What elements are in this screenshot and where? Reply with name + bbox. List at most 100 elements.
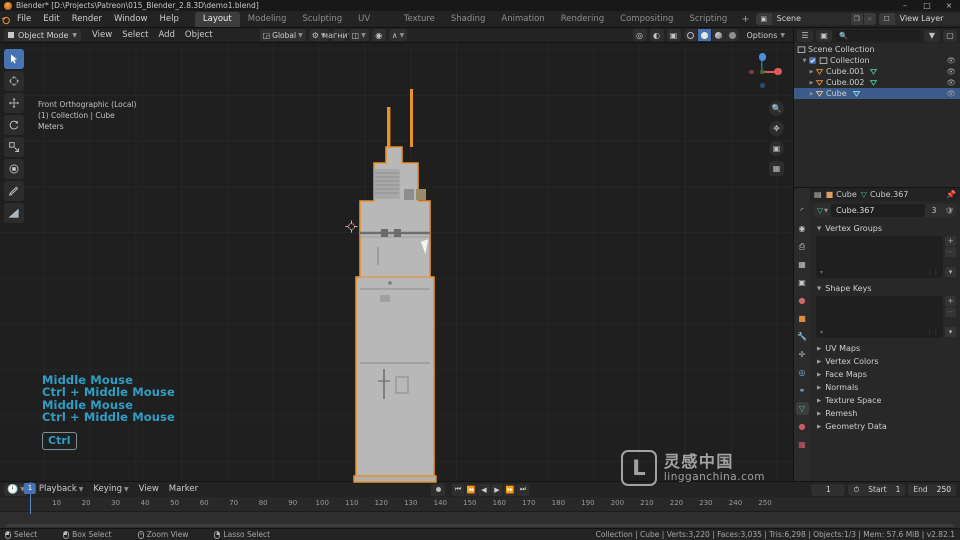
outliner-search-input[interactable]: 🔍 bbox=[835, 30, 921, 41]
visibility-eye-icon[interactable]: 👁 bbox=[946, 89, 956, 98]
jump-to-start-button[interactable]: ⏮ bbox=[452, 483, 464, 496]
current-frame-field[interactable]: 1 bbox=[811, 483, 846, 496]
panel-header-vertex-groups[interactable]: ▼ Vertex Groups bbox=[810, 222, 960, 235]
gizmo-axis-z-neg[interactable] bbox=[760, 83, 765, 88]
shading-material-button[interactable] bbox=[711, 29, 726, 41]
gizmo-axis-z[interactable] bbox=[758, 53, 766, 61]
properties-tab-world[interactable]: ● bbox=[796, 294, 809, 307]
disclosure-triangle-icon[interactable]: ▶ bbox=[808, 80, 815, 86]
panel-header-normals[interactable]: ▶ Normals bbox=[810, 381, 960, 394]
menu-help[interactable]: Help bbox=[153, 11, 184, 28]
menu-render[interactable]: Render bbox=[66, 11, 108, 28]
viewport-menu-object[interactable]: Object bbox=[180, 28, 218, 43]
frame-start-field[interactable]: ⏱ Start 1 bbox=[848, 483, 906, 496]
view-layer-name[interactable]: View Layer bbox=[894, 13, 960, 25]
new-scene-button[interactable]: ❐ bbox=[849, 13, 863, 25]
previous-keyframe-button[interactable]: ⏪ bbox=[465, 483, 477, 496]
outliner-row-scene-collection[interactable]: Scene Collection bbox=[794, 44, 960, 55]
fake-user-button[interactable]: 🛡 bbox=[943, 204, 956, 217]
properties-tab-particles[interactable]: ✢ bbox=[796, 348, 809, 361]
transform-orientation-selector[interactable]: ◲ Global ▼ bbox=[259, 29, 306, 41]
unlink-scene-button[interactable]: × bbox=[862, 13, 876, 25]
properties-tab-object-data[interactable]: ▽ bbox=[795, 402, 809, 415]
user-count-button[interactable]: 3 bbox=[925, 204, 943, 217]
properties-tab-constraints[interactable]: ⚭ bbox=[796, 384, 809, 397]
shading-wireframe-button[interactable] bbox=[683, 29, 698, 41]
proportional-falloff-selector[interactable]: ∧ ▼ bbox=[388, 29, 408, 41]
blender-logo-icon[interactable] bbox=[0, 11, 11, 27]
tab-scripting[interactable]: Scripting bbox=[681, 12, 735, 27]
scene-name[interactable]: Scene bbox=[771, 13, 850, 25]
outliner-row-collection[interactable]: ▼ Collection 👁 bbox=[794, 55, 960, 66]
properties-tab-render[interactable]: ◉ bbox=[796, 222, 809, 235]
add-shape-key-button[interactable]: + bbox=[945, 296, 956, 306]
tab-rendering[interactable]: Rendering bbox=[553, 12, 612, 27]
mode-selector[interactable]: Object Mode ▼ bbox=[4, 29, 82, 41]
menu-file[interactable]: File bbox=[11, 11, 37, 28]
xray-toggle[interactable]: ▣ bbox=[666, 29, 681, 41]
snap-settings-selector[interactable]: ◫ ▼ bbox=[348, 29, 369, 41]
timeline-track-area[interactable] bbox=[0, 511, 960, 528]
measure-tool-button[interactable] bbox=[4, 203, 24, 223]
viewport-overlays-toggle[interactable]: ◐ bbox=[649, 29, 664, 41]
gizmo-axis-y[interactable] bbox=[760, 69, 765, 74]
outliner-display-mode[interactable]: ☰ bbox=[797, 29, 813, 42]
vertex-group-specials-button[interactable]: ▾ bbox=[945, 267, 956, 277]
panel-header-vertex-colors[interactable]: ▶ Vertex Colors bbox=[810, 355, 960, 368]
move-tool-button[interactable] bbox=[4, 93, 24, 113]
properties-tab-modifiers[interactable]: 🔧 bbox=[796, 330, 809, 343]
tab-modeling[interactable]: Modeling bbox=[240, 12, 295, 27]
timeline-scrollbar[interactable] bbox=[6, 524, 954, 527]
camera-icon[interactable]: ▣ bbox=[769, 141, 784, 156]
shape-key-specials-button[interactable]: ▾ bbox=[945, 327, 956, 337]
next-keyframe-button[interactable]: ⏩ bbox=[504, 483, 516, 496]
cursor-tool-button[interactable] bbox=[4, 71, 24, 91]
gizmo-axis-x[interactable] bbox=[774, 67, 782, 75]
properties-tab-output[interactable]: ⎙ bbox=[796, 240, 809, 253]
disclosure-triangle-icon[interactable]: ▶ bbox=[808, 91, 815, 97]
frame-end-field[interactable]: End 250 bbox=[908, 483, 956, 496]
outliner-filter-id-type[interactable]: ▣ bbox=[816, 29, 832, 42]
skyscraper-model[interactable] bbox=[340, 51, 450, 483]
outliner-filter-button[interactable]: ▼ bbox=[924, 29, 940, 42]
tab-animation[interactable]: Animation bbox=[493, 12, 552, 27]
maximize-button[interactable]: □ bbox=[916, 0, 938, 11]
zoom-icon[interactable]: 🔍 bbox=[769, 101, 784, 116]
breadcrumb-object[interactable]: ■ Cube bbox=[826, 190, 857, 199]
tweak-tool-button[interactable] bbox=[4, 49, 24, 69]
menu-edit[interactable]: Edit bbox=[37, 11, 65, 28]
properties-tab-scene[interactable]: ▣ bbox=[796, 276, 809, 289]
tab-sculpting[interactable]: Sculpting bbox=[294, 12, 350, 27]
tab-layout[interactable]: Layout bbox=[194, 12, 240, 27]
properties-tab-material[interactable]: ● bbox=[796, 420, 809, 433]
close-button[interactable]: × bbox=[938, 0, 960, 11]
properties-tab-physics[interactable]: ◎ bbox=[796, 366, 809, 379]
shading-rendered-button[interactable] bbox=[725, 29, 740, 41]
panel-header-remesh[interactable]: ▶ Remesh bbox=[810, 407, 960, 420]
remove-shape-key-button[interactable]: − bbox=[945, 307, 956, 317]
timeline-menu-keying[interactable]: Keying ▼ bbox=[88, 482, 133, 497]
gizmo-axis-x-neg[interactable] bbox=[749, 69, 754, 74]
timeline-menu-playback[interactable]: Playback ▼ bbox=[34, 482, 89, 497]
shape-keys-listbox[interactable]: ▾ ⋮⋮ bbox=[816, 296, 943, 338]
tab-texture-paint[interactable]: Texture Paint bbox=[396, 12, 443, 39]
panel-header-texture-space[interactable]: ▶ Texture Space bbox=[810, 394, 960, 407]
editor-type-icon[interactable]: ▤ bbox=[814, 190, 822, 199]
viewport-menu-select[interactable]: Select bbox=[117, 28, 153, 43]
panel-header-geometry-data[interactable]: ▶ Geometry Data bbox=[810, 420, 960, 433]
tab-compositing[interactable]: Compositing bbox=[612, 12, 681, 27]
disclosure-triangle-icon[interactable]: ▼ bbox=[801, 58, 808, 64]
jump-to-end-button[interactable]: ⏭ bbox=[517, 483, 529, 496]
navigation-gizmo[interactable] bbox=[741, 51, 783, 93]
visibility-eye-icon[interactable]: 👁 bbox=[946, 78, 956, 87]
scene-selector[interactable]: ▣ Scene ❐ × bbox=[755, 13, 876, 25]
list-filter-icon[interactable]: ▾ bbox=[820, 269, 823, 276]
breadcrumb-data[interactable]: ▽ Cube.367 bbox=[861, 190, 909, 199]
shading-solid-button[interactable] bbox=[697, 29, 712, 41]
list-filter-icon[interactable]: ▾ bbox=[820, 329, 823, 336]
properties-tab-view-layer[interactable]: ▦ bbox=[796, 258, 809, 271]
visibility-eye-icon[interactable]: 👁 bbox=[946, 67, 956, 76]
panel-header-uv-maps[interactable]: ▶ UV Maps bbox=[810, 342, 960, 355]
checkbox-icon[interactable] bbox=[808, 56, 817, 65]
view-layer-selector[interactable]: ☐ View Layer ❐ × bbox=[878, 13, 960, 25]
